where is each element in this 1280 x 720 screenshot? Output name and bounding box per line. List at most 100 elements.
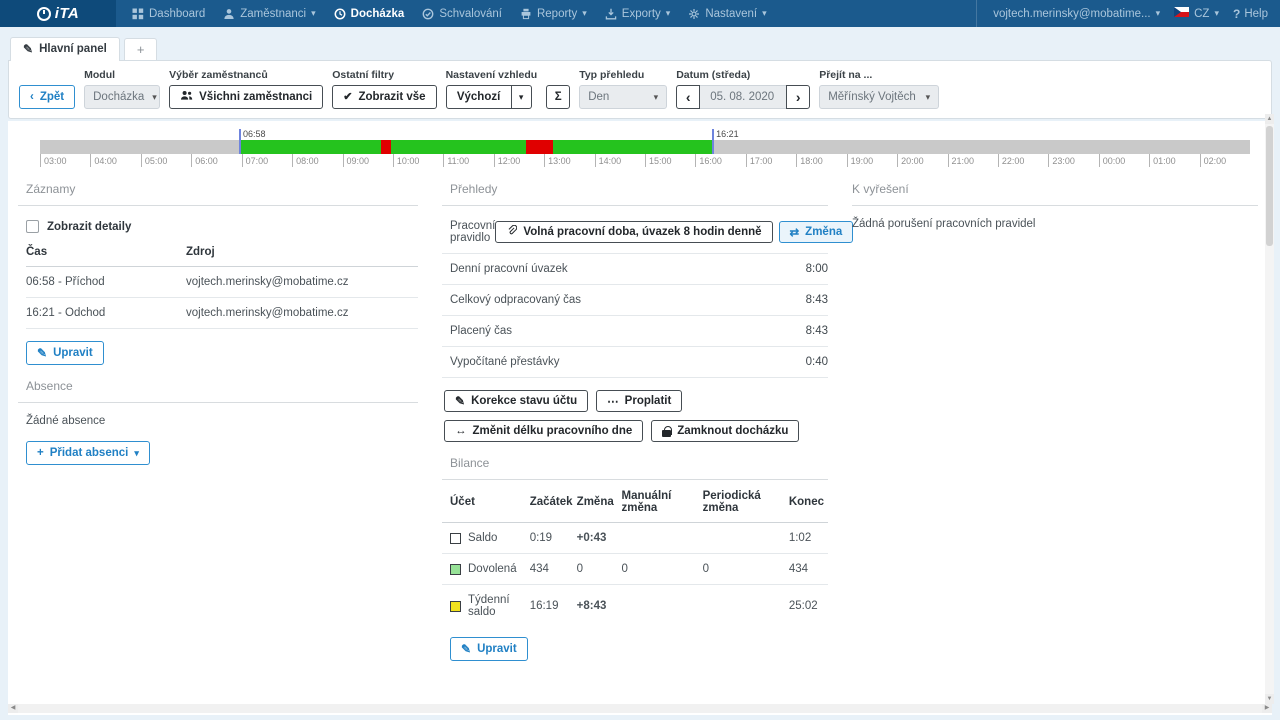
main-content: 03:0004:0005:0006:0007:0008:0009:0010:00…: [8, 121, 1272, 715]
caret-down-icon: ▾: [654, 93, 659, 102]
export-icon: [605, 8, 617, 20]
timeline-tick: 16:00: [695, 154, 722, 167]
timeline-tick: 14:00: [595, 154, 622, 167]
issues-title: K vyřešení: [852, 178, 1258, 205]
show-details-checkbox[interactable]: [26, 220, 39, 233]
lock-attendance-button[interactable]: Zamknout docházku: [651, 420, 799, 442]
employees-label: Výběr zaměstnanců: [169, 69, 323, 81]
date-next-button[interactable]: ›: [786, 85, 810, 109]
view-caret-button[interactable]: ▾: [512, 85, 532, 109]
nav-item-schvalovani[interactable]: Schvalování: [414, 0, 510, 27]
account-color-swatch: [450, 533, 461, 544]
type-select[interactable]: Den ▾: [579, 85, 667, 109]
scroll-down-arrow-icon[interactable]: ▼: [1265, 694, 1274, 704]
work-rule-button[interactable]: Volná pracovní doba, úvazek 8 hodin denn…: [495, 221, 772, 243]
tab-hlavni-panel[interactable]: ✎ Hlavní panel: [10, 37, 120, 61]
nav-label: Exporty: [622, 8, 661, 20]
user-icon: [223, 8, 235, 20]
grid-icon: [132, 8, 144, 20]
horizontal-scrollbar[interactable]: ◀ ▶: [8, 704, 1272, 713]
payout-button[interactable]: ⋯ Proplatit: [596, 390, 682, 412]
caret-down-icon: ▾: [1156, 9, 1161, 18]
scroll-up-arrow-icon[interactable]: ▲: [1265, 114, 1274, 124]
timeline-tick: 19:00: [847, 154, 874, 167]
time-marker: [712, 129, 714, 154]
ellipsis-icon: ⋯: [607, 394, 619, 408]
goto-select[interactable]: Měřínský Vojtěch ▾: [819, 85, 939, 109]
scroll-right-arrow-icon[interactable]: ▶: [1262, 704, 1272, 713]
type-label: Typ přehledu: [579, 69, 667, 81]
date-prev-button[interactable]: ‹: [676, 85, 700, 109]
timeline-tick: 20:00: [897, 154, 924, 167]
add-tab-button[interactable]: +: [124, 38, 158, 61]
check-circle-icon: [422, 8, 434, 20]
divider: [18, 205, 418, 206]
stat-label: Denní pracovní úvazek: [450, 263, 568, 275]
nav-label: Reporty: [537, 8, 577, 20]
stat-row: Denní pracovní úvazek8:00: [442, 254, 828, 285]
table-row: Týdenní saldo 16:19 +8:43 25:02: [442, 585, 828, 628]
show-details-label: Zobrazit detaily: [47, 221, 131, 233]
app-logo[interactable]: iTA: [0, 0, 116, 27]
absence-empty-text: Žádné absence: [18, 403, 418, 429]
modul-select[interactable]: Docházka ▾: [84, 85, 160, 109]
nav-item-zamestnanci[interactable]: Zaměstnanci ▾: [215, 0, 323, 27]
nav-item-reporty[interactable]: Reporty ▾: [512, 0, 595, 27]
vertical-scrollbar-thumb[interactable]: [1266, 126, 1273, 246]
language-menu[interactable]: CZ ▾: [1174, 7, 1219, 20]
timeline-tick: 04:00: [90, 154, 117, 167]
goto-label: Přejít na ...: [819, 69, 939, 81]
timeline-tick: 06:00: [191, 154, 218, 167]
timeline-tick: 00:00: [1099, 154, 1126, 167]
time-marker-label: 06:58: [243, 129, 266, 139]
language-code: CZ: [1194, 8, 1209, 20]
nav-label: Nastavení: [705, 8, 757, 20]
edit-balance-button[interactable]: ✎ Upravit: [450, 637, 528, 661]
change-day-length-button[interactable]: ↔ Změnit délku pracovního dne: [444, 420, 643, 442]
stat-label: Placený čas: [450, 325, 512, 337]
help-link[interactable]: ? Help: [1233, 7, 1268, 21]
gear-icon: [688, 8, 700, 20]
timeline-bar[interactable]: [40, 140, 1250, 154]
caret-down-icon: ▾: [762, 9, 767, 18]
help-label: Help: [1244, 8, 1268, 20]
employees-button[interactable]: Všichni zaměstnanci: [169, 85, 323, 109]
add-absence-button[interactable]: + Přidat absenci ▾: [26, 441, 150, 465]
filters-button[interactable]: ✔ Zobrazit vše: [332, 85, 436, 109]
nav-label: Dashboard: [149, 8, 205, 20]
timeline-tick: 23:00: [1048, 154, 1075, 167]
nav-item-exporty[interactable]: Exporty ▾: [597, 0, 679, 27]
chevron-right-icon: ›: [796, 89, 801, 105]
user-menu[interactable]: vojtech.merinsky@mobatime... ▾: [993, 8, 1160, 20]
stat-row: Placený čas8:43: [442, 316, 828, 347]
edit-records-button[interactable]: ✎ Upravit: [26, 341, 104, 365]
stat-row: Celkový odpracovaný čas8:43: [442, 285, 828, 316]
vertical-scrollbar[interactable]: ▲ ▼: [1265, 114, 1274, 704]
caret-down-icon: ▾: [926, 93, 931, 102]
change-rule-button[interactable]: ⇄ Změna: [779, 221, 854, 243]
nav-item-dashboard[interactable]: Dashboard: [124, 0, 213, 27]
pencil-icon: ✎: [461, 643, 471, 655]
view-button[interactable]: Výchozí: [446, 85, 512, 109]
filters-label: Ostatní filtry: [332, 69, 436, 81]
timeline-tick: 21:00: [948, 154, 975, 167]
table-row: 06:58 - Příchod vojtech.merinsky@mobatim…: [26, 267, 418, 298]
sigma-button[interactable]: Σ: [546, 85, 570, 109]
date-field[interactable]: 05. 08. 2020: [700, 85, 786, 109]
scroll-left-arrow-icon[interactable]: ◀: [8, 704, 18, 713]
brand-name: iTA: [55, 5, 80, 22]
table-row: Dovolená 434 0 0 0 434: [442, 554, 828, 585]
back-button[interactable]: ‹ Zpět: [19, 85, 75, 109]
lock-icon: [662, 426, 671, 437]
caret-down-icon: ▾: [311, 9, 316, 18]
records-section: Záznamy Zobrazit detaily Čas Zdroj 06:58…: [18, 178, 418, 661]
account-correction-button[interactable]: ✎ Korekce stavu účtu: [444, 390, 588, 412]
timeline-tick: 07:00: [242, 154, 269, 167]
nav-item-dochazka[interactable]: Docházka: [326, 0, 413, 27]
main-menu: Dashboard Zaměstnanci ▾ Docházka Schvalo…: [116, 0, 976, 27]
timeline-tick: 15:00: [645, 154, 672, 167]
timeline-tick: 03:00: [40, 154, 67, 167]
nav-item-nastaveni[interactable]: Nastavení ▾: [680, 0, 774, 27]
tab-bar: ✎ Hlavní panel +: [8, 27, 1272, 60]
timeline-tick: 17:00: [746, 154, 773, 167]
